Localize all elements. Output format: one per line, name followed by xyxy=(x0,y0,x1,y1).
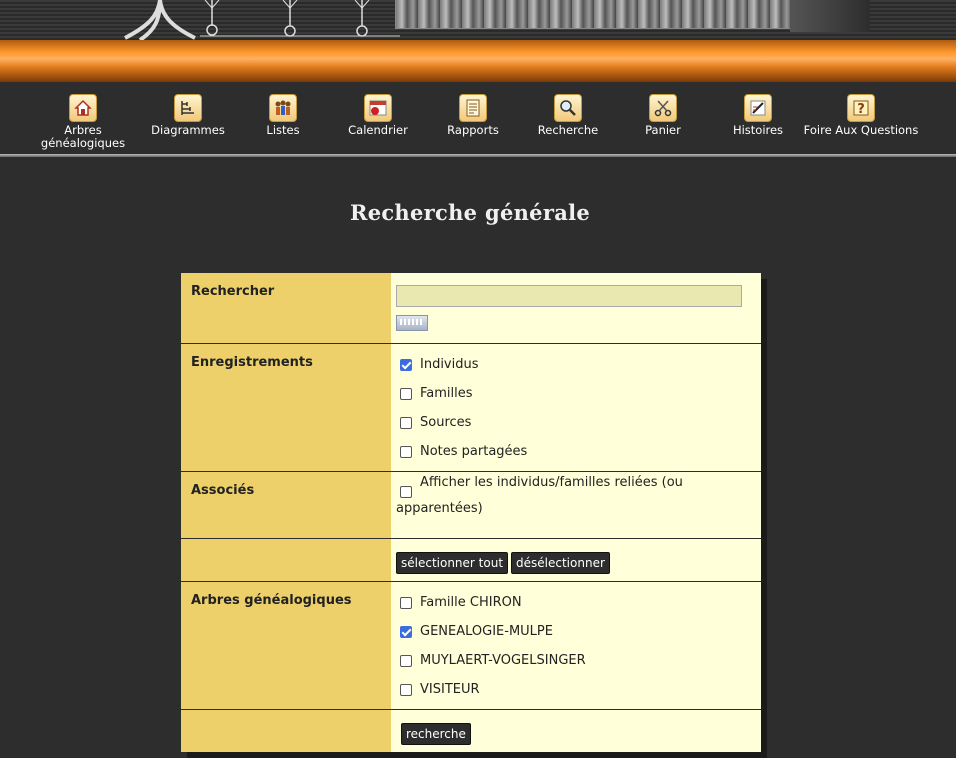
row-associates: Associés Afficher les individus/familles… xyxy=(181,472,761,539)
associates-cell: Afficher les individus/familles reliées … xyxy=(391,472,761,538)
submit-cell: recherche xyxy=(391,710,761,752)
search-input[interactable] xyxy=(396,285,742,307)
scissors-icon xyxy=(649,94,677,122)
search-form: Rechercher Enregistrements Individus Fam… xyxy=(181,273,761,752)
nav-label: Rapports xyxy=(447,123,499,137)
record-option-sources[interactable]: Sources xyxy=(396,408,756,437)
page-title: Recherche générale xyxy=(349,200,591,225)
nav-item-stories[interactable]: Histoires xyxy=(725,94,791,137)
nav-item-search[interactable]: Recherche xyxy=(533,94,603,137)
deselect-button[interactable]: désélectionner xyxy=(511,552,610,574)
option-label: Notes partagées xyxy=(420,444,528,459)
row-trees: Arbres généalogiques Famille CHIRON GENE… xyxy=(181,582,761,710)
nav-item-cart[interactable]: Panier xyxy=(638,94,688,137)
associates-option-label: Afficher les individus/familles reliées … xyxy=(396,475,683,516)
associates-label: Associés xyxy=(181,472,391,538)
tree-option-muylaert[interactable]: MUYLAERT-VOGELSINGER xyxy=(396,646,756,675)
select-buttons-cell: sélectionner tout désélectionner xyxy=(391,539,761,581)
family-photo-strip xyxy=(395,0,792,29)
empty-label xyxy=(181,539,391,581)
calendar-icon xyxy=(364,94,392,122)
option-label: VISITEUR xyxy=(420,682,480,697)
nav-label: Foire Aux Questions xyxy=(803,123,919,137)
nav-label: Histoires xyxy=(732,123,784,137)
orange-header-bar xyxy=(0,40,956,82)
tree-option-chiron[interactable]: Famille CHIRON xyxy=(396,588,756,617)
nav-item-faq[interactable]: ? Foire Aux Questions xyxy=(802,94,920,137)
option-label: Familles xyxy=(420,386,473,401)
checkbox[interactable] xyxy=(400,683,412,696)
checkbox[interactable] xyxy=(400,387,412,400)
trees-cell: Famille CHIRON GENEALOGIE-MULPE MUYLAERT… xyxy=(391,582,761,709)
report-icon xyxy=(459,94,487,122)
question-icon: ? xyxy=(847,94,875,122)
pen-icon xyxy=(744,94,772,122)
record-option-notes[interactable]: Notes partagées xyxy=(396,437,756,466)
option-label: MUYLAERT-VOGELSINGER xyxy=(420,653,586,668)
checkbox[interactable] xyxy=(400,625,412,638)
nav-item-lists[interactable]: Listes xyxy=(253,94,313,137)
nav-label: Panier xyxy=(645,123,681,137)
checkbox[interactable] xyxy=(400,358,412,371)
records-label: Enregistrements xyxy=(181,344,391,471)
option-label: Individus xyxy=(420,357,479,372)
nav-label: Listes xyxy=(266,123,300,137)
people-icon xyxy=(269,94,297,122)
virtual-keyboard-icon[interactable] xyxy=(396,315,428,331)
search-label: Rechercher xyxy=(181,273,391,343)
checkbox[interactable] xyxy=(400,486,412,498)
checkbox[interactable] xyxy=(400,654,412,667)
option-label: Sources xyxy=(420,415,472,430)
checkbox[interactable] xyxy=(400,445,412,458)
nav-label: Calendrier xyxy=(348,123,408,137)
record-option-families[interactable]: Familles xyxy=(396,379,756,408)
nav-label: Recherche xyxy=(537,123,599,137)
tree-option-visiteur[interactable]: VISITEUR xyxy=(396,675,756,704)
home-icon xyxy=(69,94,97,122)
row-search: Rechercher xyxy=(181,273,761,344)
select-all-button[interactable]: sélectionner tout xyxy=(396,552,509,574)
row-submit: recherche xyxy=(181,710,761,752)
chart-icon xyxy=(174,94,202,122)
nav-item-calendar[interactable]: Calendrier xyxy=(343,94,413,137)
empty-label xyxy=(181,710,391,752)
magnifier-icon xyxy=(554,94,582,122)
checkbox[interactable] xyxy=(400,596,412,609)
checkbox[interactable] xyxy=(400,416,412,429)
record-option-individuals[interactable]: Individus xyxy=(396,350,756,379)
nav-item-reports[interactable]: Rapports xyxy=(440,94,506,137)
nav-label: Arbres généalogiques xyxy=(40,123,126,150)
header-banner xyxy=(0,0,956,40)
banner-fade xyxy=(790,0,870,32)
option-label: GENEALOGIE-MULPE xyxy=(420,624,553,639)
search-submit-button[interactable]: recherche xyxy=(401,723,471,745)
records-cell: Individus Familles Sources Notes partagé… xyxy=(391,344,761,471)
row-select-buttons: sélectionner tout désélectionner xyxy=(181,539,761,582)
row-records: Enregistrements Individus Familles Sourc… xyxy=(181,344,761,472)
search-cell xyxy=(391,273,761,343)
nav-item-diagrams[interactable]: Diagrammes xyxy=(148,94,228,137)
main-nav: Arbres généalogiques Diagrammes Listes C… xyxy=(0,82,956,154)
tree-option-mulpe[interactable]: GENEALOGIE-MULPE xyxy=(396,617,756,646)
svg-text:?: ? xyxy=(857,102,865,117)
nav-divider xyxy=(0,154,956,157)
tree-roots-graphic xyxy=(124,0,400,40)
trees-label: Arbres généalogiques xyxy=(181,582,391,709)
option-label: Famille CHIRON xyxy=(420,595,522,610)
nav-item-trees[interactable]: Arbres généalogiques xyxy=(38,94,128,150)
nav-label: Diagrammes xyxy=(151,123,225,137)
